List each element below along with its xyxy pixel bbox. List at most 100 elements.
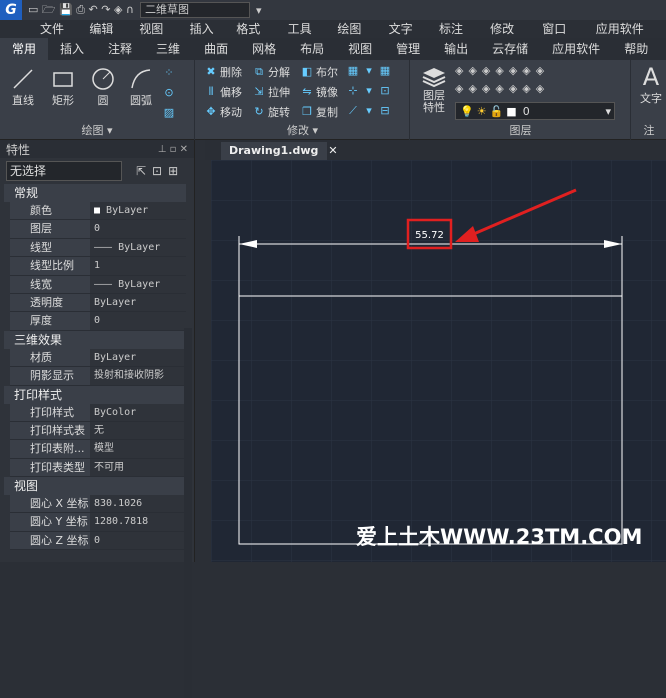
menu-item[interactable]: 插入(I) (190, 20, 221, 54)
ellipse-icon[interactable]: ⊙ (162, 86, 178, 100)
menu-item[interactable]: 工具(T) (288, 20, 322, 54)
move-button[interactable]: ✥ 移动 (204, 104, 242, 120)
ribbon-tab[interactable]: 云存储 (480, 38, 540, 60)
property-value[interactable]: 1280.7818 (90, 513, 186, 531)
menu-item[interactable]: 格式(O) (236, 20, 271, 54)
property-row[interactable]: 厚度 0 (10, 312, 186, 331)
menu-item[interactable]: 窗口(W) (542, 20, 579, 54)
property-row[interactable]: 线宽 ——— ByLayer (10, 275, 186, 294)
property-row[interactable]: 打印样式 ByColor (10, 403, 186, 422)
layer-select[interactable]: 💡 ☀ 🔓 ■ 0 ▾ (455, 102, 615, 120)
menu-item[interactable]: 视图(V) (139, 20, 173, 54)
property-value[interactable]: 0 (90, 531, 186, 550)
property-value[interactable]: 投射和接收阴影 (90, 367, 186, 385)
menu-item[interactable]: 标注(N) (439, 20, 474, 54)
workspace-dropdown-icon[interactable]: ▾ (256, 4, 262, 17)
ribbon-tab[interactable]: 输出 (432, 38, 480, 60)
section-header[interactable]: 三维效果 (4, 330, 186, 349)
ribbon-tab[interactable]: 三维 (144, 38, 192, 60)
menu-item[interactable]: 文件(F) (40, 20, 73, 54)
chevron-down-icon: ▾ (605, 104, 611, 118)
property-value[interactable]: 无 (90, 421, 186, 440)
offset-button[interactable]: ⫴ 偏移 (204, 84, 242, 100)
section-header[interactable]: 常规 (4, 184, 186, 202)
close-tab-icon[interactable]: ✕ (328, 144, 337, 157)
arc-tool[interactable]: 圆弧 (128, 66, 154, 108)
quick-access-toolbar[interactable]: ▭ 🗁 💾 ⎙ ↶ ↷ ◈ ∩ (28, 1, 134, 20)
select-objects-icons[interactable]: ⇱⊡⊞ (136, 164, 184, 178)
draw-more-icons[interactable]: ⁘ (162, 66, 178, 80)
ribbon-tab[interactable]: 注释 (96, 38, 144, 60)
copy-button[interactable]: ❐ 复制 (300, 104, 338, 120)
array-icon[interactable]: ▦ ▾ ▦ (346, 64, 394, 78)
fillet-icon[interactable]: ⟋ ▾ ⊟ (346, 104, 394, 118)
property-row[interactable]: 透明度 ByLayer (10, 293, 186, 313)
ribbon-tab[interactable]: 帮助 (612, 38, 660, 60)
explode-button[interactable]: ⧉ 分解 (252, 64, 290, 80)
property-row[interactable]: 颜色 ■ ByLayer (10, 202, 186, 221)
property-row[interactable]: 打印表附... 模型 (10, 440, 186, 459)
property-row[interactable]: 线型 ——— ByLayer (10, 238, 186, 258)
property-row[interactable]: 阴影显示 投射和接收阴影 (10, 367, 186, 386)
property-value[interactable]: ByLayer (90, 293, 186, 312)
app-logo[interactable]: G (0, 0, 22, 20)
property-row[interactable]: 圆心 Z 坐标 0 (10, 531, 186, 551)
property-key: 厚度 (10, 312, 90, 330)
property-value[interactable]: 830.1026 (90, 495, 186, 513)
section-header[interactable]: 打印样式 (4, 385, 186, 404)
ribbon-tab[interactable]: 布局 (288, 38, 336, 60)
rotate-button[interactable]: ↻ 旋转 (252, 104, 290, 120)
property-row[interactable]: 打印样式表无 (10, 421, 186, 441)
selection-select[interactable]: 无选择 (6, 161, 122, 181)
mirror-button[interactable]: ⇋ 镜像 (300, 84, 338, 100)
circle-tool[interactable]: 圆 (90, 66, 116, 108)
property-row[interactable]: 线型比例 1 (10, 257, 186, 276)
ribbon-tab[interactable]: 曲面 (192, 38, 240, 60)
property-value[interactable]: 0 (90, 220, 186, 238)
ribbon-tab[interactable]: 网格 (240, 38, 288, 60)
boolean-button[interactable]: ◧ 布尔 (300, 64, 338, 80)
menu-item[interactable]: 修改(M) (490, 20, 526, 54)
trim-icon[interactable]: ⊹ ▾ ⊡ (346, 84, 394, 98)
property-row[interactable]: 打印表类型 不可用 (10, 458, 186, 478)
text-tool[interactable]: A 文字 (638, 63, 664, 106)
workspace-select[interactable]: 二维草图 (139, 2, 250, 18)
ribbon-tab[interactable]: 管理 (384, 38, 432, 60)
ribbon-tab[interactable]: 常用 (0, 38, 49, 60)
ribbon-tab[interactable]: 插入 (48, 38, 96, 60)
menu-item[interactable]: 编辑(E) (89, 20, 123, 54)
hatch-icon[interactable]: ▨ (162, 106, 178, 120)
rectangle-tool[interactable]: 矩形 (50, 66, 76, 108)
document-tab[interactable]: Drawing1.dwg ✕ (221, 142, 338, 160)
rectangle-icon (50, 66, 76, 92)
property-value[interactable]: 模型 (90, 440, 186, 458)
ribbon-tab[interactable]: 视图 (336, 38, 384, 60)
dimension-text[interactable]: 55.72 (415, 230, 444, 241)
layer-properties-button[interactable]: 图层特性 (419, 64, 449, 114)
line-tool[interactable]: 直线 (10, 66, 36, 108)
property-row[interactable]: 圆心 X 坐标 830.1026 (10, 495, 186, 514)
property-value[interactable]: 1 (90, 257, 186, 275)
property-value[interactable]: ——— ByLayer (90, 238, 186, 257)
property-row[interactable]: 图层 0 (10, 220, 186, 239)
layer-tools-row2[interactable]: ◈◈◈◈◈◈◈ (455, 82, 549, 95)
property-row[interactable]: 材质 ByLayer (10, 348, 186, 368)
stretch-button[interactable]: ⇲ 拉伸 (252, 84, 290, 100)
menu-item[interactable]: 绘图(D) (337, 20, 372, 54)
property-value[interactable]: ——— ByLayer (90, 275, 186, 293)
property-value[interactable]: ■ ByLayer (90, 202, 186, 220)
property-value[interactable]: ByLayer (90, 348, 186, 367)
property-row[interactable]: 圆心 Y 坐标 1280.7818 (10, 513, 186, 532)
property-value[interactable]: 不可用 (90, 458, 186, 477)
ribbon-tab[interactable]: 应用软件 (540, 38, 612, 60)
layer-tools-row1[interactable]: ◈◈◈◈◈◈◈ (455, 64, 549, 77)
property-value[interactable]: ByColor (90, 403, 186, 421)
panel-pin-close-icons[interactable]: ⊥ ▫ ✕ (158, 144, 188, 155)
properties-scrollbar[interactable] (184, 328, 192, 698)
menu-item[interactable]: 应用软件(A) (596, 20, 650, 54)
drawing-canvas[interactable]: 55.72 (211, 160, 666, 562)
section-header[interactable]: 视图 (4, 477, 186, 496)
property-value[interactable]: 0 (90, 312, 186, 330)
erase-button[interactable]: ✖ 删除 (204, 64, 242, 80)
menu-item[interactable]: 文字(X) (389, 20, 423, 54)
